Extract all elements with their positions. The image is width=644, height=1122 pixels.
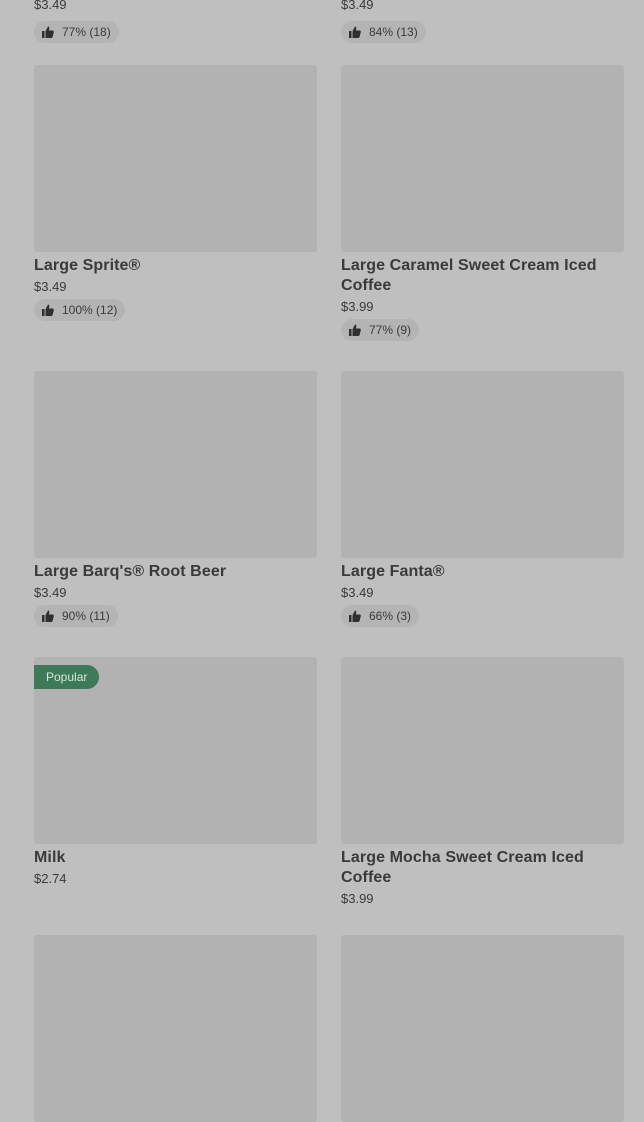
rating-text: 84% (13): [369, 25, 418, 39]
rating-text: 77% (9): [369, 323, 412, 337]
menu-item-card[interactable]: [341, 935, 624, 1122]
item-image: [341, 657, 624, 844]
popular-badge: Popular: [34, 665, 100, 689]
item-name: Large Mocha Sweet Cream Iced Coffee: [341, 849, 584, 886]
rating-text: 66% (3): [369, 609, 412, 623]
rating-badge: 77% (18): [34, 21, 119, 43]
menu-item-card[interactable]: Large Fanta® $3.49 66% (3): [341, 371, 624, 627]
item-image: Popular: [34, 657, 317, 844]
rating-badge: 100% (12): [34, 299, 126, 321]
item-name: Large Barq's® Root Beer: [34, 563, 227, 580]
thumbs-up-icon: [349, 610, 361, 622]
item-image: [341, 371, 624, 558]
thumbs-up-icon: [349, 324, 361, 336]
thumbs-up-icon: [42, 610, 54, 622]
rating-badge: 90% (11): [34, 605, 118, 627]
menu-item-card[interactable]: Large Mocha Sweet Cream Iced Coffee $3.9…: [341, 657, 624, 907]
thumbs-up-icon: [42, 304, 54, 316]
item-name: Milk: [34, 849, 66, 866]
item-image: [34, 371, 317, 558]
item-image: [34, 935, 317, 1122]
item-price: $3.49: [34, 0, 67, 12]
rating-badge: 77% (9): [341, 319, 420, 341]
menu-item-card[interactable]: Large Barq's® Root Beer $3.49 90% (11): [34, 371, 317, 627]
item-name: Large Sprite®: [34, 257, 141, 274]
item-image: [34, 65, 317, 252]
item-name: Large Fanta®: [341, 563, 445, 580]
menu-item-card[interactable]: Large Caramel Sweet Cream Iced Coffee $3…: [341, 65, 624, 341]
menu-item-card[interactable]: Popular Milk $2.74: [34, 657, 317, 887]
rating-badge: 84% (13): [341, 21, 426, 43]
rating-text: 100% (12): [62, 303, 118, 317]
thumbs-up-icon: [349, 26, 361, 38]
item-price: $3.99: [341, 299, 374, 314]
item-image: [341, 935, 624, 1122]
item-image: [341, 65, 624, 252]
item-name: Large Caramel Sweet Cream Iced Coffee: [341, 257, 597, 294]
item-price: $2.74: [34, 871, 67, 886]
menu-item-card[interactable]: Large Sprite® $3.49 100% (12): [34, 65, 317, 321]
rating-text: 90% (11): [62, 609, 110, 623]
menu-item-card[interactable]: [34, 935, 317, 1122]
item-price: $3.49: [34, 279, 67, 294]
item-price: $3.49: [34, 585, 67, 600]
thumbs-up-icon: [42, 26, 54, 38]
menu-item-grid: $3.49 77% (18) $3.49 84% (13) Large Spri…: [0, 0, 644, 1122]
rating-text: 77% (18): [62, 25, 111, 39]
item-price: $3.49: [341, 0, 374, 12]
item-price: $3.49: [341, 585, 374, 600]
item-price: $3.99: [341, 891, 374, 906]
rating-badge: 66% (3): [341, 605, 420, 627]
